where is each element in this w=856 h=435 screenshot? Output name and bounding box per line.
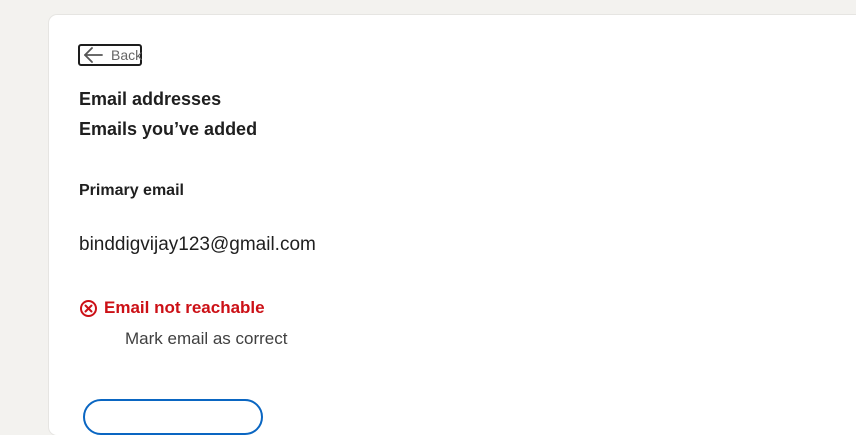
- error-circle-x-icon: [79, 299, 98, 318]
- add-email-button[interactable]: [83, 399, 263, 435]
- primary-email-value: binddigvijay123@gmail.com: [79, 234, 316, 255]
- section-subtitle: Emails you’ve added: [79, 119, 258, 139]
- mark-email-correct-link[interactable]: Mark email as correct: [125, 329, 287, 349]
- back-label: Back: [111, 47, 143, 63]
- back-button[interactable]: Back: [78, 44, 142, 66]
- page-title: Email addresses: [79, 89, 222, 109]
- primary-email-label: Primary email: [79, 182, 184, 199]
- email-status: Email not reachable: [79, 298, 265, 318]
- email-status-text: Email not reachable: [104, 298, 265, 317]
- email-settings-card: Back Email addresses Emails you’ve added…: [49, 15, 856, 435]
- arrow-left-icon: [83, 47, 103, 63]
